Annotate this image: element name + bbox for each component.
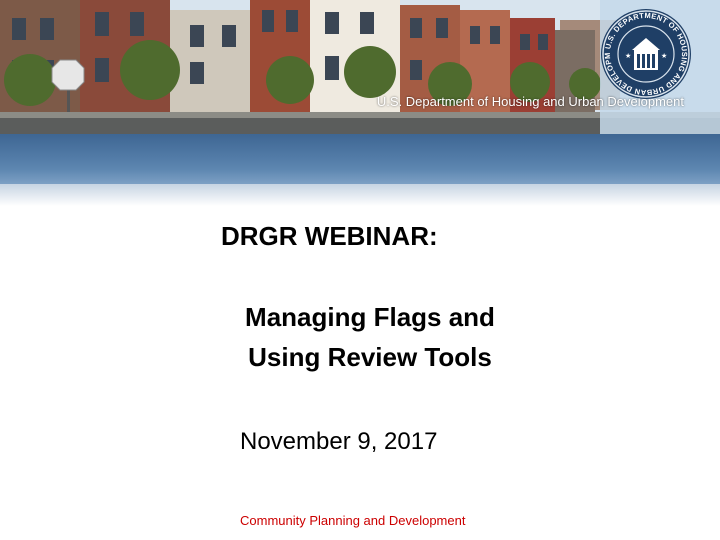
hud-seal-icon: U.S. DEPARTMENT OF HOUSING AND URBAN DEV… xyxy=(600,8,691,99)
slide-subtitle: Managing Flags and Using Review Tools xyxy=(160,297,580,377)
webinar-date: November 9, 2017 xyxy=(240,428,438,455)
header-band-fade xyxy=(0,184,720,206)
subtitle-line-1: Managing Flags and xyxy=(245,302,495,332)
slide-headline: DRGR WEBINAR: xyxy=(221,221,438,251)
header-blue-band xyxy=(0,134,720,184)
svg-text:★: ★ xyxy=(625,52,631,60)
subtitle-line-2: Using Review Tools xyxy=(248,342,492,372)
footer-office-name: Community Planning and Development xyxy=(240,513,466,528)
title-slide: U.S. Department of Housing and Urban Dev… xyxy=(0,0,720,540)
svg-text:★: ★ xyxy=(661,52,667,60)
